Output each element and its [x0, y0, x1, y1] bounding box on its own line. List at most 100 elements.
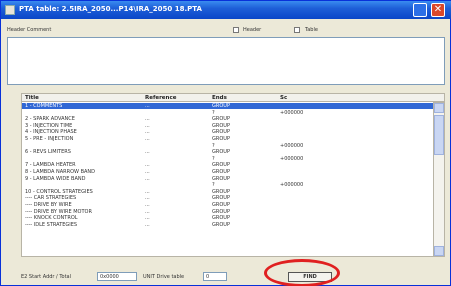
cell-title: 3 - INJECTION TIME — [25, 122, 73, 129]
cell-title: 1 - COMMENTS — [25, 103, 63, 109]
table-row[interactable]: ? +000000 — [22, 182, 433, 188]
table-header: Title Reference Ends Sc — [21, 93, 445, 102]
cell-ends: GROUP — [212, 188, 230, 195]
pta-table-window: PTA table: 2.5IRA_2050...P14\IRA_2050 18… — [0, 0, 451, 286]
cell-title: ---- KNOCK CONTROL — [25, 215, 78, 222]
unit-drive-label: UNIT Drive table — [143, 274, 185, 280]
unit-drive-input[interactable]: 0 — [203, 272, 227, 281]
cell-reference: ... — [145, 221, 150, 228]
cell-ends: GROUP — [212, 215, 230, 222]
cell-reference: ... — [145, 208, 150, 215]
column-header-title[interactable]: Title — [25, 95, 39, 101]
cell-title: 6 - REVS LIMITERS — [25, 149, 71, 156]
table-row[interactable]: 10 - CONTROL STRATEGIES... GROUP — [22, 189, 433, 195]
cell-ends: ? — [212, 182, 215, 189]
column-header-sc[interactable]: Sc — [280, 95, 287, 101]
cell-ends: GROUP — [212, 202, 230, 208]
table-row[interactable]: ---- DRIVE BY WIRE... GROUP — [22, 202, 433, 208]
table-row[interactable]: 2 - SPARK ADVANCE... GROUP — [22, 116, 433, 122]
close-button[interactable]: ✕ — [431, 3, 445, 17]
cell-title: ---- DRIVE BY WIRE — [25, 202, 72, 208]
footer-bar: E2 Start Addr / Total 0x0000 UNIT Drive … — [21, 271, 445, 283]
cell-ends: GROUP — [212, 221, 230, 228]
vertical-scrollbar[interactable] — [433, 102, 445, 257]
table-row[interactable]: ---- IDLE STRATEGIES... GROUP — [22, 222, 433, 228]
scroll-down-icon[interactable] — [434, 246, 444, 256]
cell-reference: ... — [145, 103, 150, 109]
table-checkbox-label: Table — [305, 27, 318, 33]
cell-reference: ... — [145, 188, 150, 195]
header-comment-label: Header Comment — [7, 27, 52, 33]
cell-reference: ... — [145, 202, 150, 208]
column-header-reference[interactable]: Reference — [145, 95, 176, 101]
cell-reference: ... — [145, 195, 150, 202]
cell-reference: ... — [145, 122, 150, 129]
column-header-ends[interactable]: Ends — [212, 95, 227, 101]
cell-reference: ... — [145, 136, 150, 142]
start-addr-label: E2 Start Addr / Total — [21, 274, 72, 280]
cell-reference: ... — [145, 129, 150, 136]
cell-sc: +000000 — [280, 155, 304, 162]
cell-ends: ? — [212, 142, 215, 149]
cell-ends: GROUP — [212, 136, 230, 142]
cell-ends: GROUP — [212, 162, 230, 169]
table-row[interactable]: 5 - PRE - INJECTION... GROUP — [22, 136, 433, 142]
cell-title: 2 - SPARK ADVANCE — [25, 116, 75, 123]
header-checkbox-label: Header — [243, 27, 262, 33]
cell-sc: +000000 — [280, 109, 304, 116]
header-options: Header Comment Header Table — [7, 26, 445, 36]
cell-ends: GROUP — [212, 175, 230, 182]
cell-reference: ... — [145, 116, 150, 123]
header-checkbox[interactable] — [233, 27, 239, 33]
scrollbar-thumb[interactable] — [434, 115, 444, 155]
cell-ends: GROUP — [212, 122, 230, 129]
cell-title: 9 - LAMBDA WIDE BAND — [25, 175, 86, 182]
table-checkbox[interactable] — [294, 27, 300, 33]
cell-reference: ... — [145, 169, 150, 175]
cell-ends: GROUP — [212, 149, 230, 156]
cell-title: ---- IDLE STRATEGIES — [25, 221, 78, 228]
cell-ends: GROUP — [212, 116, 230, 123]
window-title: PTA table: 2.5IRA_2050...P14\IRA_2050 18… — [19, 5, 202, 13]
cell-reference: ... — [145, 215, 150, 222]
cell-ends: ? — [212, 155, 215, 162]
header-comment-textarea[interactable] — [7, 37, 445, 85]
table-row[interactable]: 7 - LAMBDA HEATER... GROUP — [22, 162, 433, 168]
cell-title: 5 - PRE - INJECTION — [25, 136, 74, 142]
title-bar[interactable]: PTA table: 2.5IRA_2050...P14\IRA_2050 18… — [1, 1, 451, 19]
highlight-circle — [264, 259, 340, 286]
table-row[interactable]: 4 - INJECTION PHASE... GROUP — [22, 129, 433, 135]
table-row[interactable]: ---- CAR STRATEGIES... GROUP — [22, 195, 433, 201]
table-body[interactable]: 1 - COMMENTS... GROUP? +000000 2 - SPARK AD… — [21, 102, 433, 257]
table-row[interactable]: 8 - LAMBDA NARROW BAND... GROUP — [22, 169, 433, 175]
cell-ends: GROUP — [212, 103, 230, 109]
table-row[interactable]: ? +000000 — [22, 110, 433, 116]
cell-reference: ... — [145, 175, 150, 182]
table-row[interactable]: 1 - COMMENTS... GROUP — [22, 103, 433, 109]
cell-title: ---- DRIVE BY WIRE MOTOR — [25, 208, 92, 215]
cell-ends: ? — [212, 109, 215, 116]
cell-ends: GROUP — [212, 129, 230, 136]
cell-title: 10 - CONTROL STRATEGIES — [25, 188, 93, 195]
cell-title: 8 - LAMBDA NARROW BAND — [25, 169, 96, 175]
table-row[interactable]: 9 - LAMBDA WIDE BAND... GROUP — [22, 176, 433, 182]
cell-ends: GROUP — [212, 195, 230, 202]
app-icon — [5, 5, 15, 15]
table-row[interactable]: ---- DRIVE BY WIRE MOTOR... GROUP — [22, 209, 433, 215]
table-row[interactable]: ---- KNOCK CONTROL... GROUP — [22, 215, 433, 221]
table-row[interactable]: 3 - INJECTION TIME... GROUP — [22, 123, 433, 129]
cell-ends: GROUP — [212, 169, 230, 175]
cell-sc: +000000 — [280, 182, 304, 189]
table-row[interactable]: ? +000000 — [22, 143, 433, 149]
scroll-up-icon[interactable] — [434, 103, 444, 113]
cell-reference: ... — [145, 162, 150, 169]
minimize-button[interactable] — [413, 3, 427, 17]
cell-reference: ... — [145, 149, 150, 156]
cell-title: 7 - LAMBDA HEATER — [25, 162, 76, 169]
table-row[interactable]: ? +000000 — [22, 156, 433, 162]
cell-title: ---- CAR STRATEGIES — [25, 195, 77, 202]
cell-sc: +000000 — [280, 142, 304, 149]
cell-ends: GROUP — [212, 208, 230, 215]
table-row[interactable]: 6 - REVS LIMITERS... GROUP — [22, 149, 433, 155]
start-addr-input[interactable]: 0x0000 — [97, 272, 137, 281]
